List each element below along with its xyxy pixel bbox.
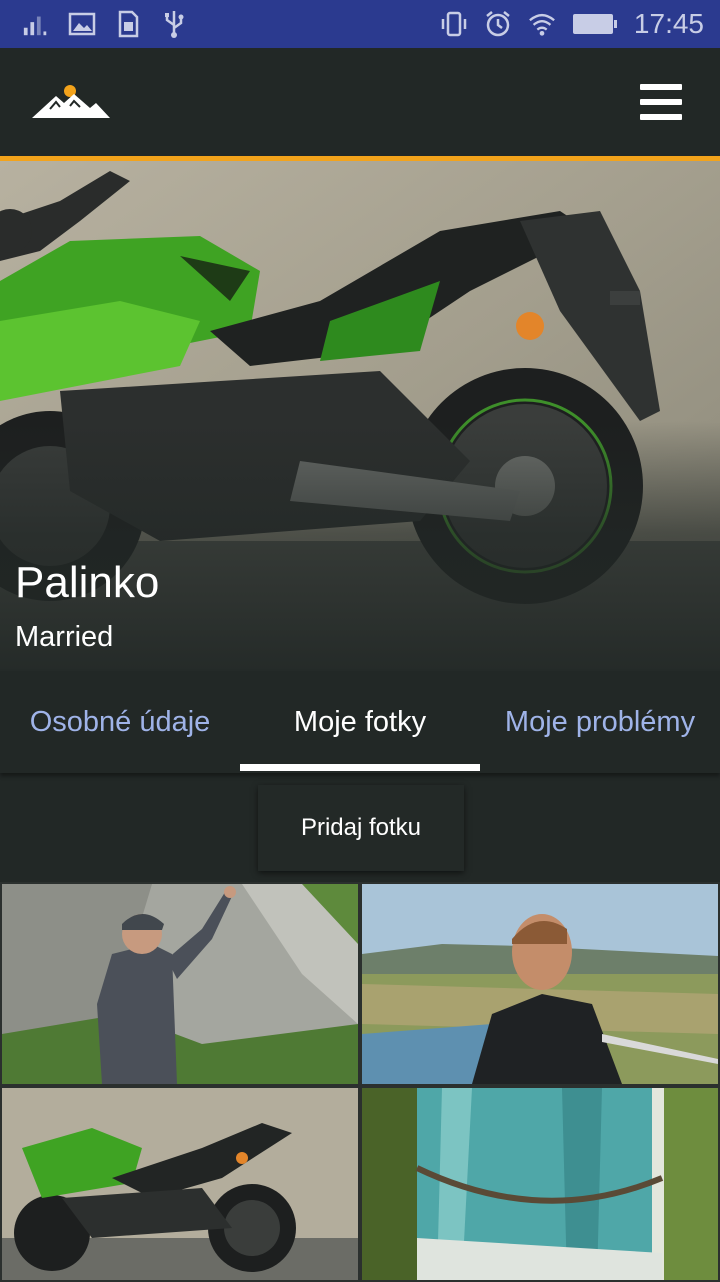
- tab-moje-fotky[interactable]: Moje fotky: [240, 671, 480, 773]
- gallery-photo-climber[interactable]: [0, 882, 360, 1086]
- active-tab-indicator: [240, 764, 480, 771]
- gallery-photo-motorcycle[interactable]: [0, 1086, 360, 1282]
- signal-icon: [22, 10, 50, 38]
- profile-status: Married: [15, 621, 114, 653]
- hamburger-menu-icon[interactable]: [640, 84, 682, 120]
- add-photo-button[interactable]: Pridaj fotku: [258, 785, 464, 871]
- profile-name: Palinko: [15, 558, 160, 607]
- vibrate-icon: [440, 10, 468, 38]
- gallery-photo-tree-trunk[interactable]: [360, 1086, 720, 1282]
- alarm-icon: [484, 10, 512, 38]
- tab-moje-problemy[interactable]: Moje problémy: [480, 671, 720, 773]
- photo-gallery: [0, 882, 720, 1282]
- battery-icon: [572, 10, 618, 38]
- image-icon: [68, 10, 96, 38]
- gallery-photo-viewpoint[interactable]: [360, 882, 720, 1086]
- usb-icon: [160, 10, 188, 38]
- clock: 17:45: [633, 8, 704, 39]
- mountain-logo-icon[interactable]: [30, 82, 112, 122]
- tab-osobne-udaje[interactable]: Osobné údaje: [0, 671, 240, 773]
- profile-tabs: Osobné údaje Moje fotky Moje problémy: [0, 671, 720, 773]
- status-bar: 17:45: [0, 0, 720, 48]
- wifi-icon: [528, 10, 556, 38]
- cover-photo: Palinko Married: [0, 161, 720, 671]
- sim-icon: [114, 10, 142, 38]
